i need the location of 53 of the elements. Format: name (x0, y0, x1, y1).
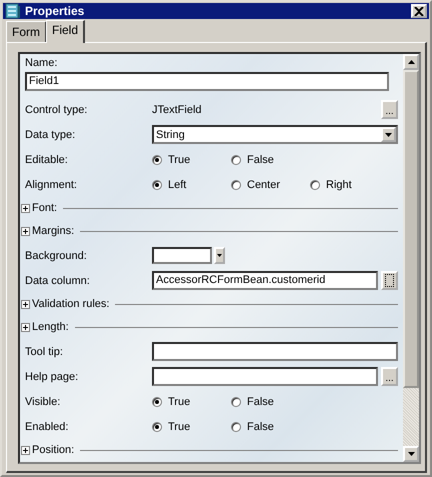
scroll-up-button[interactable] (403, 54, 419, 70)
expand-icon[interactable] (21, 204, 30, 212)
radio-button[interactable]: True (152, 420, 231, 432)
radio-button[interactable]: Right (310, 178, 389, 190)
expand-icon[interactable] (21, 322, 30, 332)
expand-icon[interactable] (21, 300, 30, 308)
section-heading: Font: (32, 202, 58, 214)
field-label: Tool tip: (25, 346, 64, 358)
field-label: Editable: (25, 154, 69, 166)
down-arrow-icon (408, 452, 414, 456)
radio-button[interactable]: True (152, 154, 231, 166)
input-field[interactable]: AccessorRCFormBean.customerid (152, 271, 378, 290)
dropdown-value: String (155, 128, 186, 140)
section-heading: Position: (32, 444, 74, 456)
radio-button[interactable]: False (231, 396, 310, 408)
dropdown-arrow-icon (217, 254, 222, 257)
section-heading: Length: (32, 321, 69, 333)
field-label: Name: (25, 57, 58, 69)
expand-icon[interactable] (21, 226, 30, 236)
scroll-thumb[interactable] (403, 70, 419, 388)
up-arrow-icon (408, 60, 414, 64)
close-button[interactable] (411, 4, 427, 18)
section-heading: Validation rules: (32, 298, 110, 310)
browse-button[interactable] (381, 271, 398, 290)
radio-button[interactable]: Center (231, 178, 310, 190)
field-label: Alignment: (25, 178, 78, 190)
field-label: Data type: (25, 128, 76, 140)
input-field[interactable]: Field1 (25, 72, 389, 91)
field-label: Control type: (25, 104, 88, 116)
field-label: Data column: (25, 274, 91, 286)
field-label: Visible: (25, 396, 62, 408)
radio-button[interactable]: False (231, 420, 310, 432)
tab[interactable]: Field (46, 20, 86, 43)
radio-button[interactable]: Left (152, 178, 231, 190)
tab[interactable]: Form (6, 21, 47, 42)
field-label: Help page: (25, 370, 80, 382)
scrollbar[interactable] (403, 54, 419, 462)
window-title: Properties (25, 4, 86, 18)
expand-icon[interactable] (21, 446, 30, 454)
value-text: JTextField (152, 104, 203, 116)
section-heading: Margins: (32, 225, 74, 237)
input-field[interactable] (152, 367, 378, 386)
field-label: Background: (25, 250, 88, 262)
scroll-down-button[interactable] (403, 446, 419, 462)
radio-button[interactable]: True (152, 396, 231, 408)
radio-button[interactable]: False (231, 154, 310, 166)
input-field[interactable] (152, 342, 398, 361)
dropdown[interactable]: String (152, 125, 398, 144)
ellipsis-button[interactable]: ... (381, 367, 398, 386)
field-label: Enabled: (25, 420, 70, 432)
ellipsis-button[interactable]: ... (381, 100, 398, 119)
color-picker[interactable] (152, 247, 225, 264)
document-icon (5, 3, 21, 19)
